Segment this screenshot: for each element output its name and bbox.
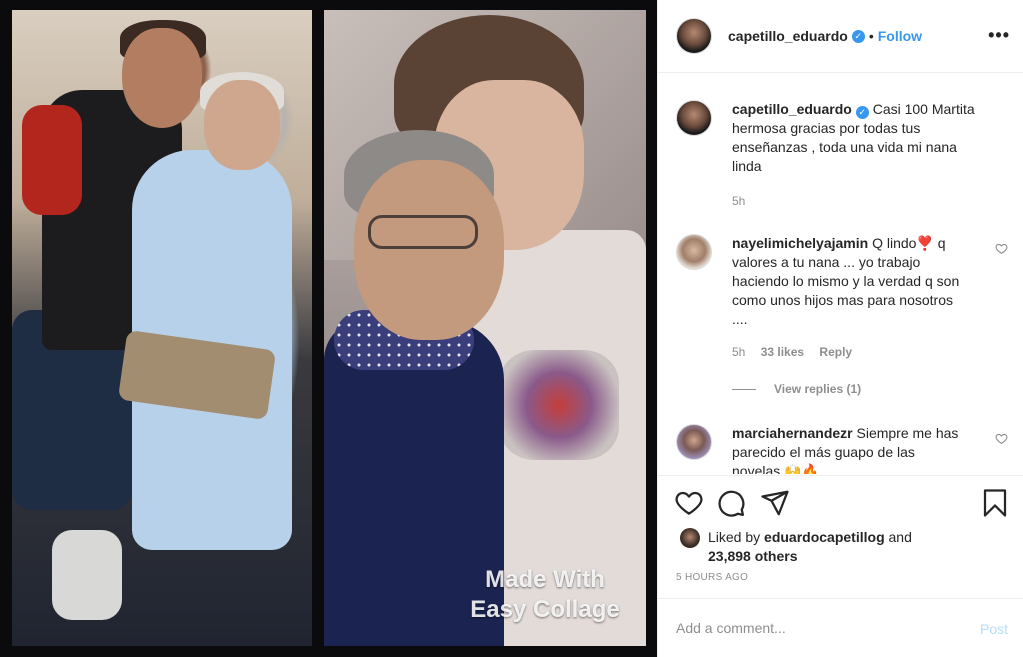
comment-username[interactable]: marciahernandezr <box>732 425 853 441</box>
caption-username[interactable]: capetillo_eduardo <box>732 101 852 117</box>
separator-dot: • <box>868 28 874 44</box>
photo-shape <box>204 80 280 170</box>
post-header: capetillo_eduardo ✓ • Follow ••• <box>658 0 1023 73</box>
view-replies-label[interactable]: View replies (1) <box>774 382 861 396</box>
more-options-icon[interactable]: ••• <box>988 25 1010 46</box>
comment-body: nayelimichelyajamin Q lindo❣️ q valores … <box>732 234 967 362</box>
liked-by-and: and <box>888 529 912 545</box>
photo-shape <box>368 215 478 249</box>
comment-meta: 5h 33 likes Reply <box>732 343 967 362</box>
liker-avatar[interactable] <box>680 528 700 548</box>
caption-meta: 5h <box>732 192 982 211</box>
verified-badge-icon: ✓ <box>855 106 869 119</box>
commenter-avatar[interactable] <box>676 424 712 460</box>
others-count[interactable]: 23,898 others <box>708 548 798 564</box>
comment-body: marciahernandezr Siempre me has parecido… <box>732 424 967 474</box>
comments-list[interactable]: capetillo_eduardo ✓ Casi 100 Martita herm… <box>658 74 1023 474</box>
liked-by-text: Liked by eduardocapetillog and 23,898 ot… <box>708 528 912 566</box>
caption-body: capetillo_eduardo ✓ Casi 100 Martita herm… <box>732 100 982 211</box>
post-timestamp[interactable]: 5 HOURS AGO <box>676 572 748 583</box>
comment-icon[interactable] <box>716 488 746 518</box>
comment-item: nayelimichelyajamin Q lindo❣️ q valores … <box>676 234 1016 362</box>
reply-button[interactable]: Reply <box>819 345 852 359</box>
watermark-line-1: Made With <box>485 566 605 593</box>
liked-by-prefix: Liked by <box>708 529 761 545</box>
follow-button[interactable]: Follow <box>878 28 922 44</box>
photo-shape <box>52 530 122 620</box>
collage-watermark: Made With Easy Collage <box>460 565 630 635</box>
post-side-panel: capetillo_eduardo ✓ • Follow ••• capetil… <box>657 0 1023 657</box>
verified-badge-icon: ✓ <box>851 29 865 43</box>
caption-time[interactable]: 5h <box>732 194 745 208</box>
heart-icon[interactable] <box>674 488 704 518</box>
post-image[interactable]: Made With Easy Collage <box>0 0 657 657</box>
photo-left <box>12 10 312 646</box>
caption: capetillo_eduardo ✓ Casi 100 Martita herm… <box>676 100 1006 211</box>
post-actions: Liked by eduardocapetillog and 23,898 ot… <box>658 475 1023 597</box>
author-avatar[interactable] <box>676 18 712 54</box>
author-avatar[interactable] <box>676 100 712 136</box>
view-replies-button[interactable]: View replies (1) <box>732 382 861 396</box>
liker-username[interactable]: eduardocapetillog <box>764 529 885 545</box>
share-icon[interactable] <box>760 488 790 518</box>
watermark-line-2: Easy Collage <box>470 596 620 623</box>
post-button[interactable]: Post <box>980 621 1008 637</box>
bookmark-icon[interactable] <box>980 488 1010 518</box>
comment-like-heart-icon[interactable] <box>995 432 1008 445</box>
photo-shape <box>122 28 202 128</box>
photo-right <box>324 10 646 646</box>
comment-likes[interactable]: 33 likes <box>761 345 804 359</box>
commenter-avatar[interactable] <box>676 234 712 270</box>
comment-username[interactable]: nayelimichelyajamin <box>732 235 868 251</box>
photo-shape <box>22 105 82 215</box>
photo-shape <box>354 160 504 340</box>
author-username[interactable]: capetillo_eduardo <box>728 28 848 44</box>
liked-by: Liked by eduardocapetillog and 23,898 ot… <box>680 528 912 566</box>
comment-item: marciahernandezr Siempre me has parecido… <box>676 424 1016 474</box>
comment-input[interactable] <box>676 620 956 636</box>
comment-time[interactable]: 5h <box>732 345 745 359</box>
comment-like-heart-icon[interactable] <box>995 242 1008 255</box>
replies-divider-line <box>732 388 756 390</box>
photo-shape <box>499 350 619 460</box>
add-comment-bar: Post <box>658 598 1023 657</box>
